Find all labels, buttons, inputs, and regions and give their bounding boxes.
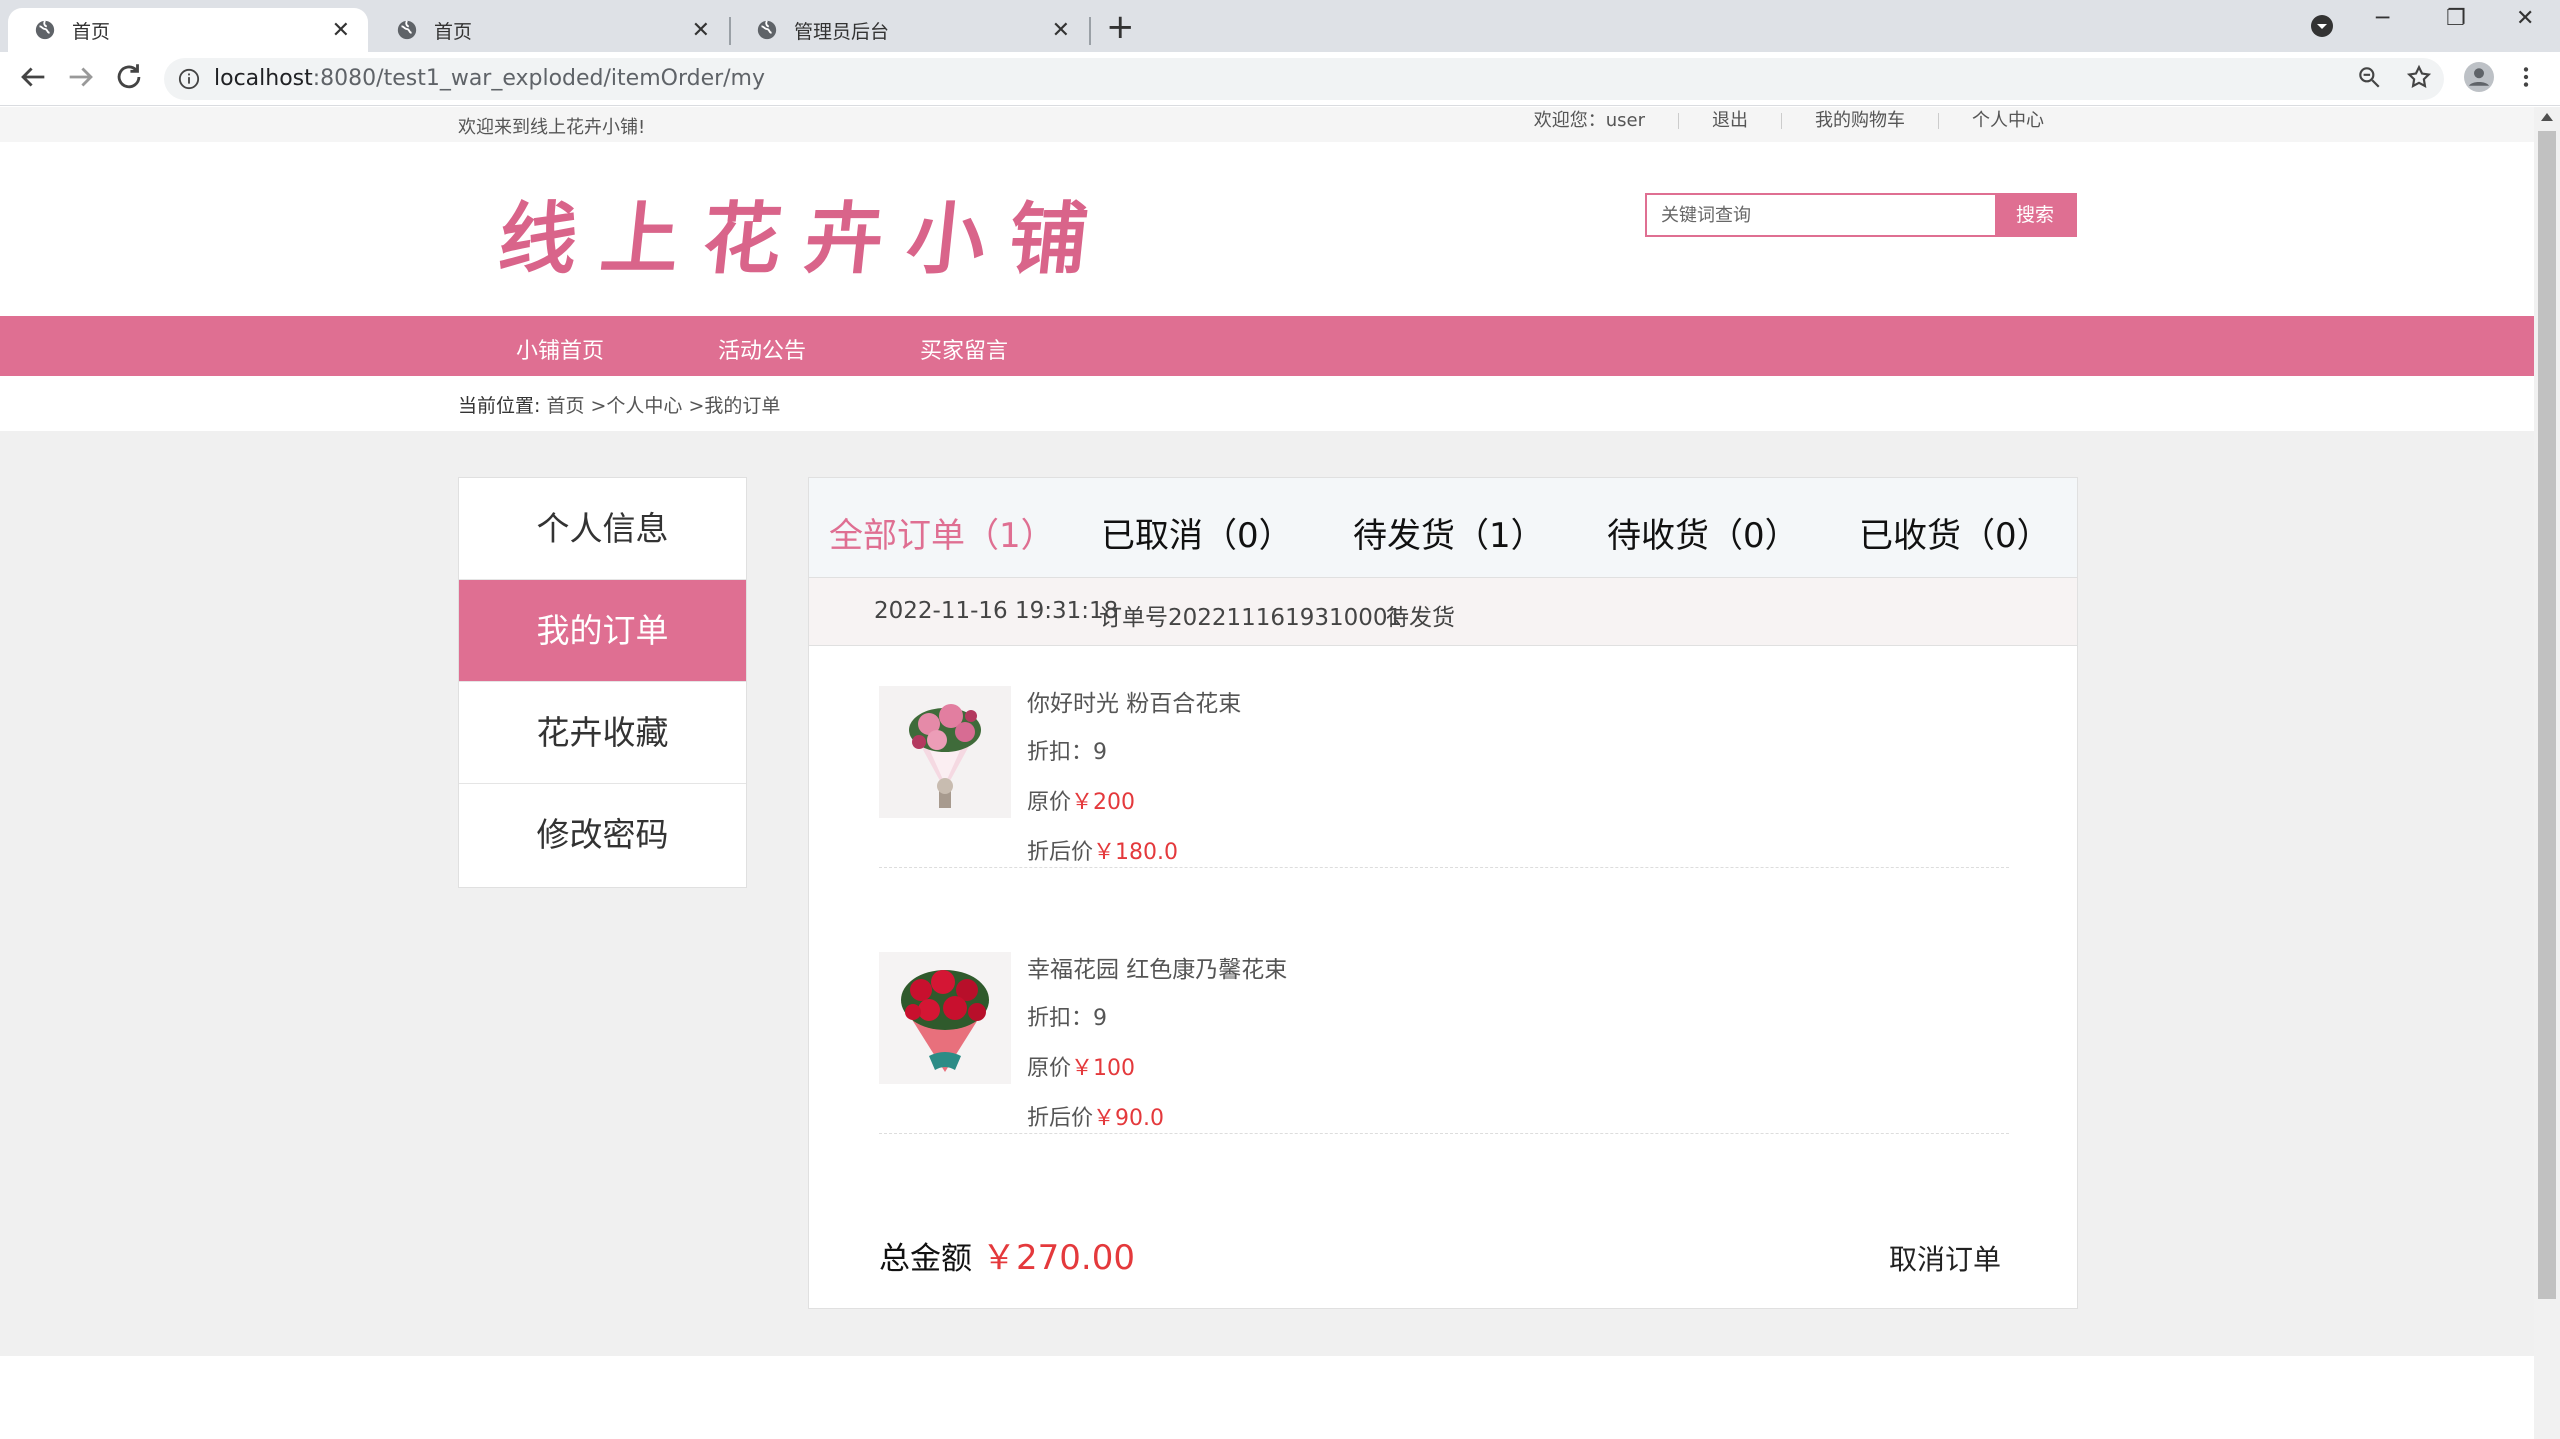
tab-received[interactable]: 已收货（0） [1859, 508, 2051, 557]
logout-link[interactable]: 退出 [1678, 112, 1781, 130]
info-icon[interactable] [178, 68, 200, 90]
page-viewport: 欢迎来到线上花卉小铺! 欢迎您：user 退出 我的购物车 个人中心 线上花卉小… [0, 107, 2534, 1439]
bookmark-star-icon[interactable] [2406, 64, 2432, 90]
carnation-bouquet-icon [879, 952, 1011, 1084]
welcome-text: 欢迎来到线上花卉小铺! [458, 117, 646, 138]
final-price-label: 折后价 [1027, 1106, 1094, 1131]
nav-home[interactable]: 小铺首页 [516, 333, 604, 365]
site-logo[interactable]: 线上花卉小铺 [494, 177, 1118, 289]
tab-to-receive[interactable]: 待收货（0） [1607, 508, 1799, 557]
more-menu-icon[interactable] [2518, 64, 2534, 90]
final-price-label: 折后价 [1027, 840, 1094, 865]
order-header: 2022-11-16 19:31:18 订单号2022111619310001 … [809, 578, 2077, 646]
user-links: 欢迎您：user 退出 我的购物车 个人中心 [1501, 110, 2077, 131]
back-arrow-icon[interactable] [16, 60, 50, 94]
product-original-price: 原价￥100 [1027, 1050, 1135, 1082]
orders-panel: 全部订单（1） 已取消（0） 待发货（1） 待收货（0） 已收货（0） 2022… [808, 477, 2078, 1309]
tab-to-ship[interactable]: 待发货（1） [1353, 508, 1545, 557]
breadcrumb-label: 当前位置: [458, 395, 541, 417]
order-time: 2022-11-16 19:31:18 [874, 598, 1119, 624]
nav-announcements[interactable]: 活动公告 [718, 333, 806, 365]
main-nav: 小铺首页 活动公告 买家留言 [0, 316, 2534, 376]
new-tab-button[interactable]: + [1106, 10, 1135, 44]
globe-icon [757, 20, 777, 40]
product-name[interactable]: 你好时光 粉百合花束 [1027, 684, 1241, 718]
product-original-price: 原价￥200 [1027, 784, 1135, 816]
tab-separator [1089, 17, 1091, 45]
browser-tab-1[interactable]: 首页 ✕ [8, 8, 368, 52]
total-label: 总金额 [879, 1241, 972, 1277]
window-close-icon[interactable]: ✕ [2516, 6, 2534, 31]
cart-link[interactable]: 我的购物车 [1781, 112, 1938, 130]
account-sidebar: 个人信息 我的订单 花卉收藏 修改密码 [458, 477, 747, 888]
product-image[interactable] [879, 686, 1011, 818]
original-price-value: ￥200 [1071, 790, 1136, 815]
sidebar-item-orders[interactable]: 我的订单 [459, 580, 746, 682]
sidebar-item-favorites[interactable]: 花卉收藏 [459, 682, 746, 784]
profile-link[interactable]: 个人中心 [1938, 112, 2077, 130]
final-price-value: ￥180.0 [1093, 840, 1178, 865]
scroll-up-arrow-icon[interactable] [2541, 113, 2553, 121]
url-text[interactable]: localhost:8080/test1_war_exploded/itemOr… [214, 66, 765, 91]
total-amount: ￥270.00 [982, 1238, 1135, 1278]
order-total: 总金额 ￥270.00 [879, 1230, 1135, 1279]
url-host: localhost [214, 66, 313, 91]
tab-search-icon[interactable] [2310, 14, 2334, 38]
reload-icon[interactable] [112, 60, 146, 94]
site-top-bar: 欢迎来到线上花卉小铺! 欢迎您：user 退出 我的购物车 个人中心 [0, 107, 2534, 142]
search-box: 搜索 [1645, 193, 2077, 237]
order-item: 你好时光 粉百合花束 折扣：9 原价￥200 折后价￥180.0 [879, 646, 2009, 868]
globe-icon [397, 20, 417, 40]
original-price-label: 原价 [1027, 790, 1072, 815]
product-final-price: 折后价￥90.0 [1027, 1100, 1164, 1132]
minimize-icon[interactable]: ─ [2376, 6, 2389, 31]
url-path: :8080/test1_war_exploded/itemOrder/my [312, 66, 766, 91]
original-price-label: 原价 [1027, 1056, 1072, 1081]
page-scrollbar[interactable] [2534, 107, 2560, 1439]
product-name[interactable]: 幸福花园 红色康乃馨花束 [1027, 950, 1287, 984]
scrollbar-thumb[interactable] [2538, 131, 2556, 1299]
tab-cancelled[interactable]: 已取消（0） [1101, 508, 1293, 557]
cancel-order-button[interactable]: 取消订单 [1889, 1238, 2001, 1278]
nav-messages[interactable]: 买家留言 [920, 333, 1008, 365]
product-discount: 折扣：9 [1027, 740, 1107, 765]
search-button[interactable]: 搜索 [1995, 195, 2075, 235]
order-status: 待发货 [1386, 605, 1455, 631]
original-price-value: ￥100 [1071, 1056, 1136, 1081]
close-icon[interactable]: ✕ [692, 18, 710, 43]
user-greeting: 欢迎您：user [1533, 110, 1645, 131]
globe-icon [35, 20, 55, 40]
close-icon[interactable]: ✕ [1052, 18, 1070, 43]
browser-tab-2[interactable]: 首页 ✕ [370, 8, 728, 52]
restore-icon[interactable]: ❐ [2446, 6, 2466, 31]
breadcrumb-trail[interactable]: 首页 >个人中心 >我的订单 [546, 395, 780, 417]
search-input[interactable] [1647, 195, 1995, 235]
profile-avatar-icon[interactable] [2464, 62, 2494, 92]
sidebar-item-profile[interactable]: 个人信息 [459, 478, 746, 580]
sidebar-item-password[interactable]: 修改密码 [459, 784, 746, 886]
order-status-tabs: 全部订单（1） 已取消（0） 待发货（1） 待收货（0） 已收货（0） [809, 478, 2077, 578]
address-bar[interactable]: localhost:8080/test1_war_exploded/itemOr… [164, 58, 2444, 100]
product-final-price: 折后价￥180.0 [1027, 834, 1178, 866]
forward-arrow-icon[interactable] [64, 60, 98, 94]
zoom-icon[interactable] [2356, 64, 2382, 90]
tab-title: 首页 [434, 20, 473, 43]
lily-bouquet-icon [879, 686, 1011, 818]
order-number: 订单号2022111619310001 [1099, 605, 1403, 631]
order-item: 幸福花园 红色康乃馨花束 折扣：9 原价￥100 折后价￥90.0 [879, 912, 2009, 1134]
product-image[interactable] [879, 952, 1011, 1084]
browser-tab-strip: 首页 ✕ 首页 ✕ 管理员后台 ✕ + ─ ❐ ✕ [0, 0, 2560, 52]
product-discount: 折扣：9 [1027, 1006, 1107, 1031]
tab-all-orders[interactable]: 全部订单（1） [829, 508, 1055, 557]
breadcrumb: 当前位置: 首页 >个人中心 >我的订单 [458, 391, 780, 418]
final-price-value: ￥90.0 [1093, 1106, 1165, 1131]
close-icon[interactable]: ✕ [332, 18, 350, 43]
browser-tab-3[interactable]: 管理员后台 ✕ [730, 8, 1088, 52]
tab-title: 首页 [72, 20, 111, 43]
tab-title: 管理员后台 [794, 20, 890, 43]
